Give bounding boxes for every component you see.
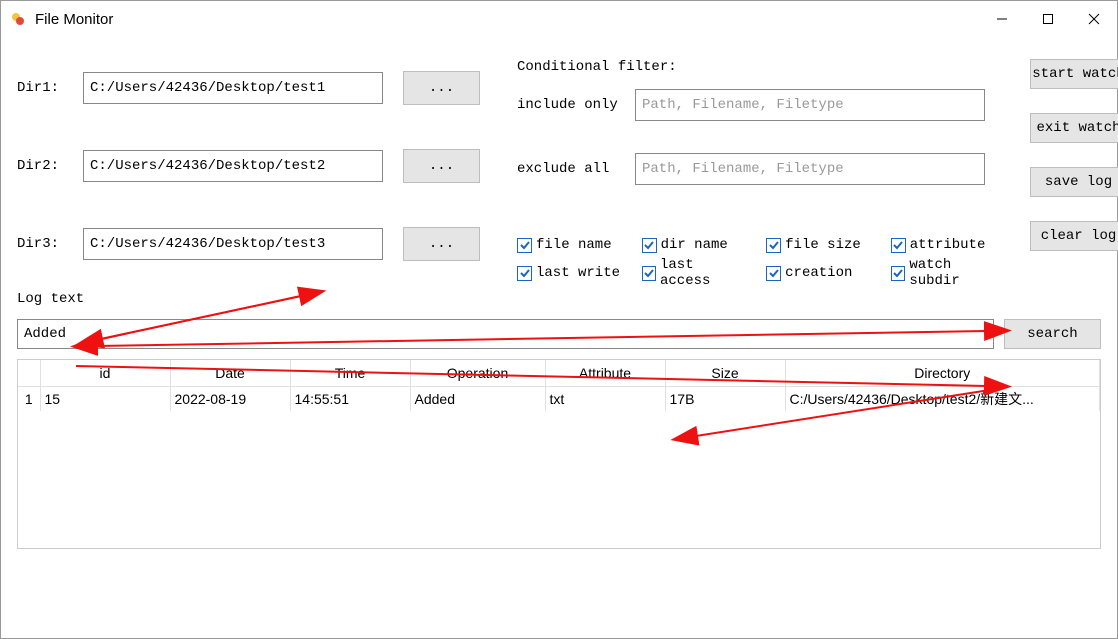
check-last-write-label: last write: [536, 265, 620, 281]
th-operation: Operation: [410, 360, 545, 387]
cell-size: 17B: [665, 387, 785, 412]
check-file-name-label: file name: [536, 237, 612, 253]
dir3-label: Dir3:: [17, 236, 83, 252]
dir1-browse-button[interactable]: ...: [403, 71, 480, 105]
start-watch-button[interactable]: start watch: [1030, 59, 1118, 89]
check-attribute[interactable]: attribute: [891, 237, 1007, 253]
exclude-label: exclude all: [517, 161, 627, 177]
cell-index: 1: [18, 387, 40, 412]
dir1-label: Dir1:: [17, 80, 83, 96]
th-attribute: Attribute: [545, 360, 665, 387]
include-input[interactable]: [635, 89, 985, 121]
check-last-access-label: last access: [660, 257, 748, 289]
log-table[interactable]: id Date Time Operation Attribute Size Di…: [17, 359, 1101, 549]
check-watch-subdir-label: watch subdir: [909, 257, 1007, 289]
check-attribute-label: attribute: [910, 237, 986, 253]
th-date: Date: [170, 360, 290, 387]
check-creation[interactable]: creation: [766, 265, 873, 281]
check-last-access[interactable]: last access: [642, 257, 749, 289]
app-icon: [9, 10, 27, 28]
log-text-label: Log text: [17, 291, 84, 307]
close-button[interactable]: [1071, 1, 1117, 37]
table-header-row: id Date Time Operation Attribute Size Di…: [18, 360, 1100, 387]
include-label: include only: [517, 97, 627, 113]
maximize-button[interactable]: [1025, 1, 1071, 37]
check-file-size-label: file size: [785, 237, 861, 253]
cell-id: 15: [40, 387, 170, 412]
cell-attribute: txt: [545, 387, 665, 412]
clear-log-button[interactable]: clear log: [1030, 221, 1118, 251]
table-row[interactable]: 1 15 2022-08-19 14:55:51 Added txt 17B C…: [18, 387, 1100, 412]
exit-watch-button[interactable]: exit watch: [1030, 113, 1118, 143]
cell-operation: Added: [410, 387, 545, 412]
th-size: Size: [665, 360, 785, 387]
exclude-input[interactable]: [635, 153, 985, 185]
dir3-browse-button[interactable]: ...: [403, 227, 480, 261]
check-watch-subdir[interactable]: watch subdir: [891, 257, 1007, 289]
titlebar: File Monitor: [1, 1, 1117, 37]
window-title: File Monitor: [35, 11, 113, 28]
log-search-input[interactable]: [17, 319, 994, 349]
th-id: id: [40, 360, 170, 387]
dir2-input[interactable]: [83, 150, 383, 182]
cell-time: 14:55:51: [290, 387, 410, 412]
check-creation-label: creation: [785, 265, 852, 281]
cell-date: 2022-08-19: [170, 387, 290, 412]
th-index: [18, 360, 40, 387]
check-file-size[interactable]: file size: [766, 237, 873, 253]
dir2-browse-button[interactable]: ...: [403, 149, 480, 183]
save-log-button[interactable]: save log: [1030, 167, 1118, 197]
cell-directory: C:/Users/42436/Desktop/test2/新建文...: [785, 387, 1100, 412]
window-controls: [979, 1, 1117, 37]
dir1-input[interactable]: [83, 72, 383, 104]
filter-title: Conditional filter:: [517, 49, 1007, 85]
check-dir-name[interactable]: dir name: [642, 237, 749, 253]
minimize-button[interactable]: [979, 1, 1025, 37]
check-file-name[interactable]: file name: [517, 237, 624, 253]
window: File Monitor Dir1: ... Dir2: [0, 0, 1118, 639]
th-directory: Directory: [785, 360, 1100, 387]
dir2-label: Dir2:: [17, 158, 83, 174]
check-dir-name-label: dir name: [661, 237, 728, 253]
search-button[interactable]: search: [1004, 319, 1101, 349]
check-last-write[interactable]: last write: [517, 265, 624, 281]
dir3-input[interactable]: [83, 228, 383, 260]
th-time: Time: [290, 360, 410, 387]
